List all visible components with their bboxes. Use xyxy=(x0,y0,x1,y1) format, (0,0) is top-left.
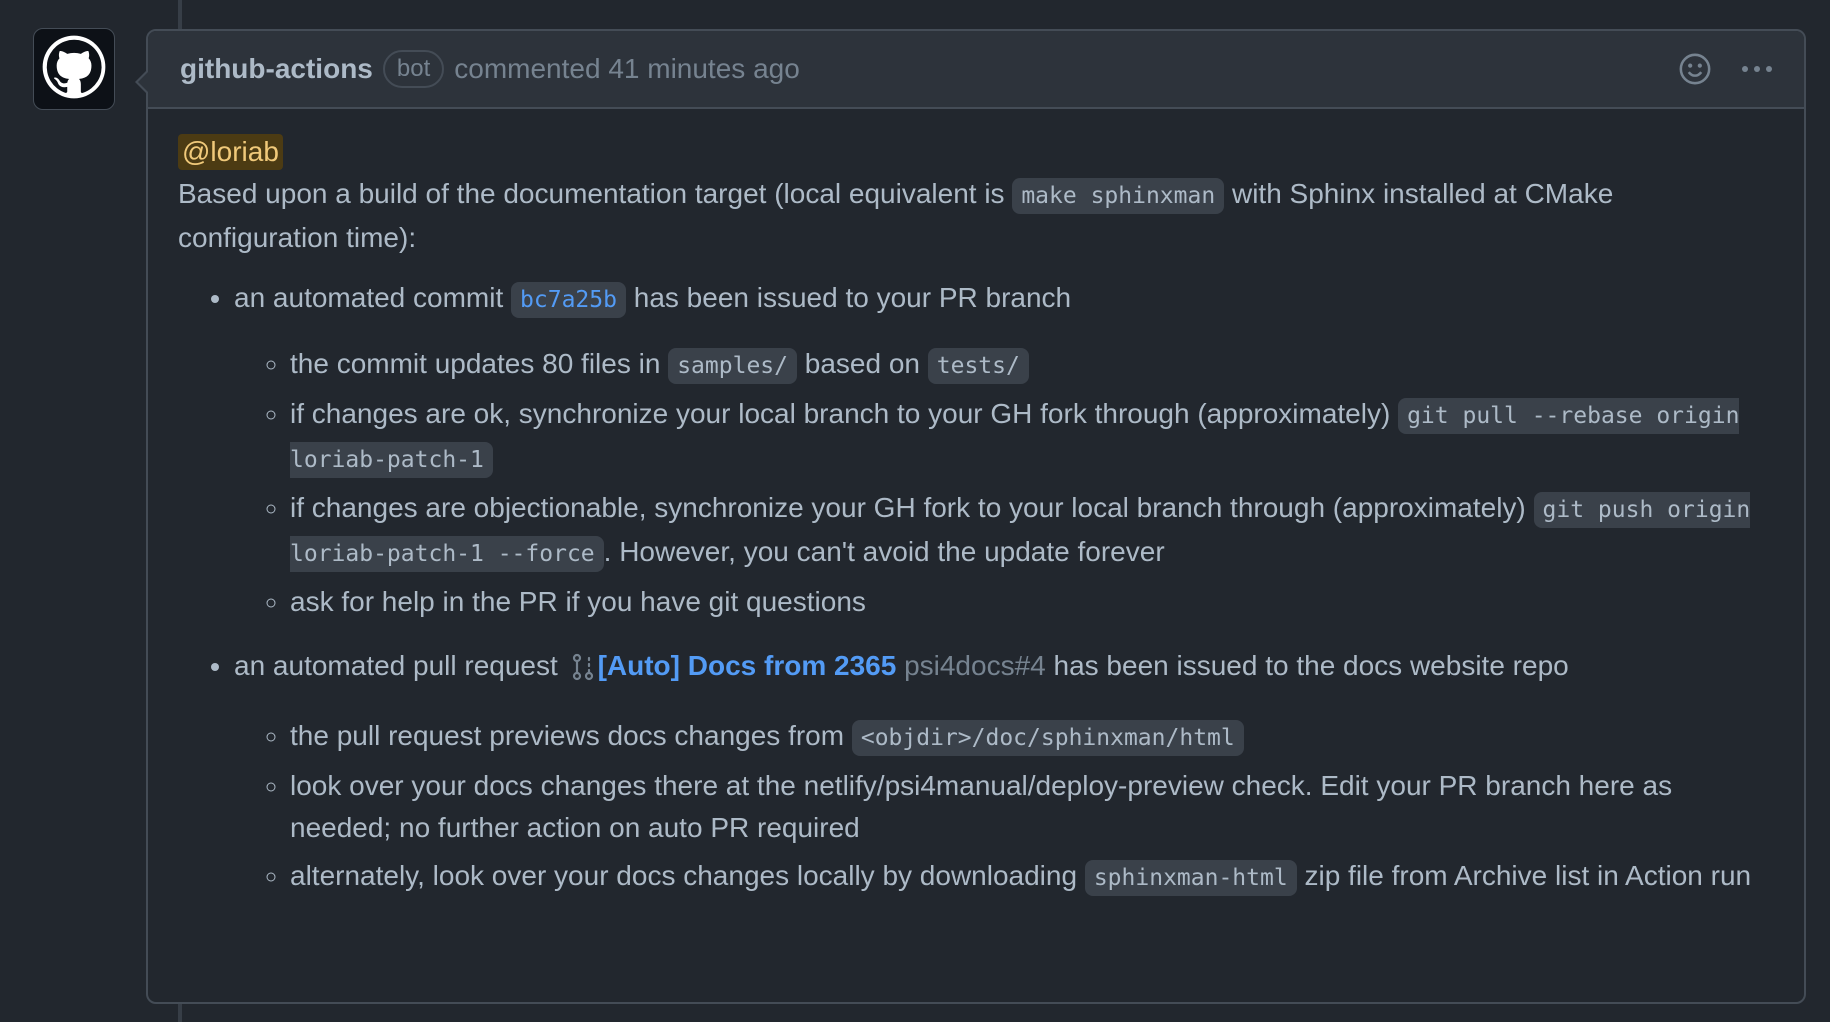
intro-text-a: Based upon a build of the documentation … xyxy=(178,178,1013,209)
sub-list-item: look over your docs changes there at the… xyxy=(290,765,1772,849)
user-mention[interactable]: @loriab xyxy=(178,134,283,170)
comment-header: github-actions bot commented 41 minutes … xyxy=(148,31,1804,109)
sub-list-item: ask for help in the PR if you have git q… xyxy=(290,581,1772,623)
item-text: the pull request previews docs changes f… xyxy=(290,720,852,751)
item-text: the commit updates 80 files in xyxy=(290,348,669,379)
comment-timestamp[interactable]: commented 41 minutes ago xyxy=(454,53,800,85)
list-item-pull-request: an automated pull request [Auto] Docs fr… xyxy=(234,645,1772,899)
comment-body: @loriab Based upon a build of the docume… xyxy=(148,109,1804,899)
github-mark-icon xyxy=(41,34,107,105)
pull-request-link[interactable]: [Auto] Docs from 2365 xyxy=(598,650,897,681)
sub-list-item: if changes are objectionable, synchroniz… xyxy=(290,487,1772,575)
list-item-commit: an automated commit bc7a25b has been iss… xyxy=(234,277,1772,623)
intro-paragraph: Based upon a build of the documentation … xyxy=(178,173,1772,259)
sub-list-item: the commit updates 80 files in samples/ … xyxy=(290,343,1772,387)
inline-code: sphinxman-html xyxy=(1084,860,1297,896)
inline-code: tests/ xyxy=(927,348,1029,384)
comment-actions xyxy=(1678,52,1774,86)
pull-request-ref[interactable]: psi4docs#4 xyxy=(904,650,1046,681)
sub-list-item: alternately, look over your docs changes… xyxy=(290,855,1772,899)
item-text: has been issued to the docs website repo xyxy=(1045,650,1569,681)
author-link[interactable]: github-actions xyxy=(180,53,373,85)
bot-badge: bot xyxy=(382,50,445,88)
item-text: based on xyxy=(796,348,928,379)
avatar[interactable] xyxy=(33,28,115,110)
inline-code: <objdir>/doc/sphinxman/html xyxy=(851,720,1244,756)
smiley-icon[interactable] xyxy=(1678,52,1712,86)
inline-code: samples/ xyxy=(668,348,797,384)
item-text: has been issued to your PR branch xyxy=(625,282,1072,313)
commit-sha-link[interactable]: bc7a25b xyxy=(511,282,626,318)
item-text: . However, you can't avoid the update fo… xyxy=(603,536,1165,567)
git-pull-request-icon xyxy=(572,651,594,693)
kebab-horizontal-icon[interactable] xyxy=(1740,64,1774,74)
sub-list-item: the pull request previews docs changes f… xyxy=(290,715,1772,759)
sub-list: the commit updates 80 files in samples/ … xyxy=(234,343,1772,623)
item-text: if changes are ok, synchronize your loca… xyxy=(290,398,1399,429)
item-text: an automated pull request xyxy=(234,650,566,681)
item-text: alternately, look over your docs changes… xyxy=(290,860,1085,891)
inline-code: make sphinxman xyxy=(1012,178,1225,214)
sub-list-item: if changes are ok, synchronize your loca… xyxy=(290,393,1772,481)
item-text: if changes are objectionable, synchroniz… xyxy=(290,492,1534,523)
comment-card: github-actions bot commented 41 minutes … xyxy=(135,29,1806,1004)
sub-list: the pull request previews docs changes f… xyxy=(234,715,1772,899)
item-text: an automated commit xyxy=(234,282,512,313)
item-text: zip file from Archive list in Action run xyxy=(1296,860,1752,891)
bullet-list: an automated commit bc7a25b has been iss… xyxy=(178,277,1772,899)
